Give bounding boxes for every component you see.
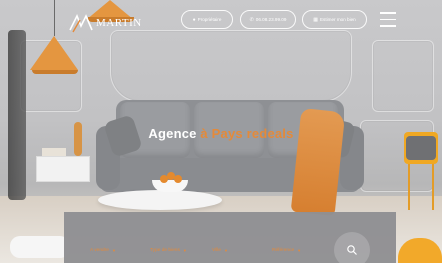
wall-panel bbox=[110, 30, 352, 102]
logo-mark-icon bbox=[69, 14, 93, 33]
coffee-table bbox=[98, 190, 222, 210]
lamp-cord bbox=[54, 0, 55, 36]
fruit bbox=[174, 175, 182, 183]
wall-panel bbox=[372, 40, 434, 112]
property-type-select-label: Type de biens bbox=[150, 248, 180, 253]
books bbox=[42, 148, 66, 156]
estimate-button[interactable]: ▦ Estimer mon bien bbox=[302, 10, 367, 29]
city-select-label: Ville bbox=[212, 248, 221, 253]
menu-line bbox=[380, 18, 396, 20]
side-table bbox=[36, 156, 90, 182]
phone-button[interactable]: ✆ 06.08.23.99.09 bbox=[240, 10, 296, 29]
owner-button[interactable]: ● Propriétaire bbox=[181, 10, 233, 29]
user-icon: ● bbox=[192, 16, 196, 23]
chevron-down-icon: ▼ bbox=[111, 248, 116, 253]
chair-leg bbox=[432, 164, 434, 210]
calculator-icon: ▦ bbox=[313, 16, 318, 23]
pendant-lamp-rim bbox=[32, 70, 78, 74]
logo[interactable]: MARTIN bbox=[68, 12, 142, 34]
estimate-button-label: Estimer mon bien bbox=[319, 17, 356, 22]
transaction-select[interactable]: A vendre ▼ bbox=[90, 248, 116, 253]
transaction-select-label: A vendre bbox=[90, 248, 109, 253]
reference-input-label: Référence bbox=[272, 248, 295, 253]
logo-text: MARTIN bbox=[96, 17, 142, 29]
pendant-lamp bbox=[30, 36, 78, 70]
headline-main: Agence bbox=[148, 126, 197, 141]
owner-button-label: Propriétaire bbox=[197, 17, 222, 22]
hamburger-menu-icon[interactable] bbox=[380, 12, 396, 28]
search-icon bbox=[347, 245, 357, 255]
rug bbox=[10, 236, 70, 258]
search-button[interactable] bbox=[334, 232, 370, 263]
city-select[interactable]: Ville ▼ bbox=[212, 248, 228, 253]
menu-line bbox=[380, 12, 396, 14]
chevron-down-icon: ▼ bbox=[223, 248, 228, 253]
property-type-select[interactable]: Type de biens ▼ bbox=[150, 248, 187, 253]
phone-button-label: 06.08.23.99.09 bbox=[255, 17, 287, 22]
chair-leg bbox=[408, 164, 410, 210]
chevron-down-icon: ▼ bbox=[182, 248, 187, 253]
hero-headline: Agence à Pays redeals bbox=[0, 126, 442, 141]
chevron-down-icon: ▼ bbox=[297, 248, 302, 253]
hero-section: MARTIN ● Propriétaire ✆ 06.08.23.99.09 ▦… bbox=[0, 0, 442, 263]
menu-line bbox=[380, 25, 396, 27]
headline-accent: à Pays redeals bbox=[200, 126, 294, 141]
reference-input[interactable]: Référence ▼ bbox=[272, 248, 301, 253]
plant bbox=[8, 30, 26, 200]
phone-icon: ✆ bbox=[249, 16, 254, 23]
